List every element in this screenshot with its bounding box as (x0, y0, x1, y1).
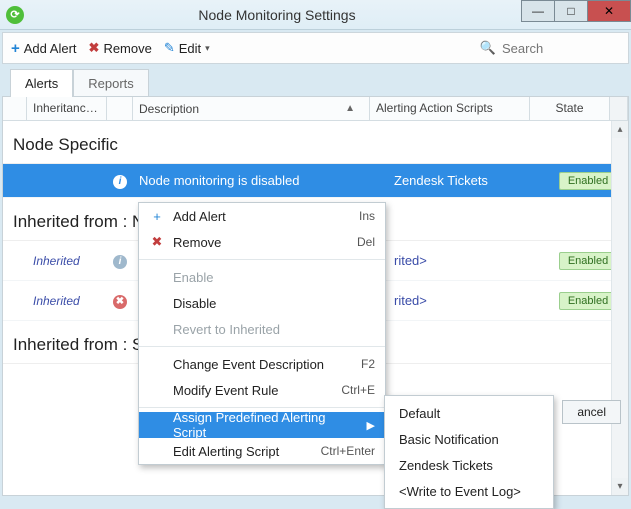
group-node-specific: Node Specific (3, 121, 628, 164)
plus-icon: + (147, 209, 167, 224)
submenu-default[interactable]: Default (385, 400, 553, 426)
close-button[interactable]: ✕ (587, 0, 631, 22)
title-bar: ⟳ Node Monitoring Settings — □ ✕ (0, 0, 631, 30)
row-action: Zendesk Tickets (388, 173, 548, 188)
row-desc: Node monitoring is disabled (133, 173, 388, 188)
col-scroll-gap (610, 97, 628, 120)
error-icon: ✖ (113, 295, 127, 309)
ctx-disable[interactable]: Disable (139, 290, 385, 316)
pencil-icon: ✎ (164, 40, 175, 56)
search-box[interactable]: 🔍 (480, 40, 620, 57)
maximize-button[interactable]: □ (554, 0, 588, 22)
window-buttons: — □ ✕ (522, 0, 631, 29)
row-inh: Inherited (27, 294, 107, 308)
separator (139, 407, 385, 408)
tabs: Alerts Reports (0, 68, 631, 96)
col-description[interactable]: Description ▲ (133, 97, 370, 120)
scroll-down-icon[interactable]: ▾ (612, 478, 628, 495)
remove-button[interactable]: ✖ Remove (89, 40, 152, 56)
info-icon: i (113, 175, 127, 189)
ctx-modify-rule[interactable]: Modify Event Rule Ctrl+E (139, 377, 385, 403)
col-icon[interactable] (107, 97, 133, 120)
app-icon: ⟳ (6, 6, 24, 24)
ctx-enable: Enable (139, 264, 385, 290)
row-action: rited> (388, 293, 548, 308)
x-icon: ✖ (89, 40, 100, 56)
ctx-change-description[interactable]: Change Event Description F2 (139, 351, 385, 377)
tab-alerts[interactable]: Alerts (10, 69, 73, 97)
remove-label: Remove (103, 41, 151, 56)
col-alerting[interactable]: Alerting Action Scripts (370, 97, 530, 120)
col-state[interactable]: State (530, 97, 610, 120)
column-header: Inheritance... Description ▲ Alerting Ac… (3, 97, 628, 121)
col-description-label: Description (139, 102, 199, 116)
col-checkbox[interactable] (3, 97, 27, 120)
tab-reports[interactable]: Reports (73, 69, 149, 97)
state-badge: Enabled (559, 172, 617, 190)
ctx-edit-script[interactable]: Edit Alerting Script Ctrl+Enter (139, 438, 385, 464)
submenu-zendesk-tickets[interactable]: Zendesk Tickets (385, 452, 553, 478)
plus-icon: + (11, 40, 20, 57)
info-icon: i (113, 255, 127, 269)
assign-script-submenu: Default Basic Notification Zendesk Ticke… (384, 395, 554, 509)
cancel-button[interactable]: ancel (562, 400, 621, 424)
vertical-scrollbar[interactable]: ▴ ▾ (611, 121, 628, 495)
window-title: Node Monitoring Settings (32, 7, 522, 23)
edit-button[interactable]: ✎ Edit ▾ (164, 40, 210, 56)
state-badge: Enabled (559, 292, 617, 310)
x-icon: ✖ (147, 234, 167, 250)
sort-asc-icon: ▲ (345, 103, 355, 114)
toolbar: + Add Alert ✖ Remove ✎ Edit ▾ 🔍 (2, 32, 629, 64)
add-alert-button[interactable]: + Add Alert (11, 40, 77, 57)
edit-label: Edit (179, 41, 201, 56)
col-inheritance[interactable]: Inheritance... (27, 97, 107, 120)
row-inh: Inherited (27, 254, 107, 268)
context-menu: + Add Alert Ins ✖ Remove Del Enable Disa… (138, 202, 386, 465)
ctx-assign-script[interactable]: Assign Predefined Alerting Script ▶ (139, 412, 385, 438)
separator (139, 346, 385, 347)
ctx-remove[interactable]: ✖ Remove Del (139, 229, 385, 255)
search-input[interactable] (500, 40, 620, 57)
alert-row-selected[interactable]: i Node monitoring is disabled Zendesk Ti… (3, 164, 628, 198)
add-alert-label: Add Alert (24, 41, 77, 56)
search-icon: 🔍 (480, 40, 496, 56)
ctx-add-alert[interactable]: + Add Alert Ins (139, 203, 385, 229)
row-action: rited> (388, 253, 548, 268)
ctx-revert: Revert to Inherited (139, 316, 385, 342)
chevron-down-icon: ▾ (205, 43, 210, 54)
state-badge: Enabled (559, 252, 617, 270)
submenu-basic-notification[interactable]: Basic Notification (385, 426, 553, 452)
chevron-right-icon: ▶ (367, 419, 375, 432)
scroll-up-icon[interactable]: ▴ (612, 121, 628, 138)
minimize-button[interactable]: — (521, 0, 555, 22)
separator (139, 259, 385, 260)
submenu-write-event-log[interactable]: <Write to Event Log> (385, 478, 553, 504)
